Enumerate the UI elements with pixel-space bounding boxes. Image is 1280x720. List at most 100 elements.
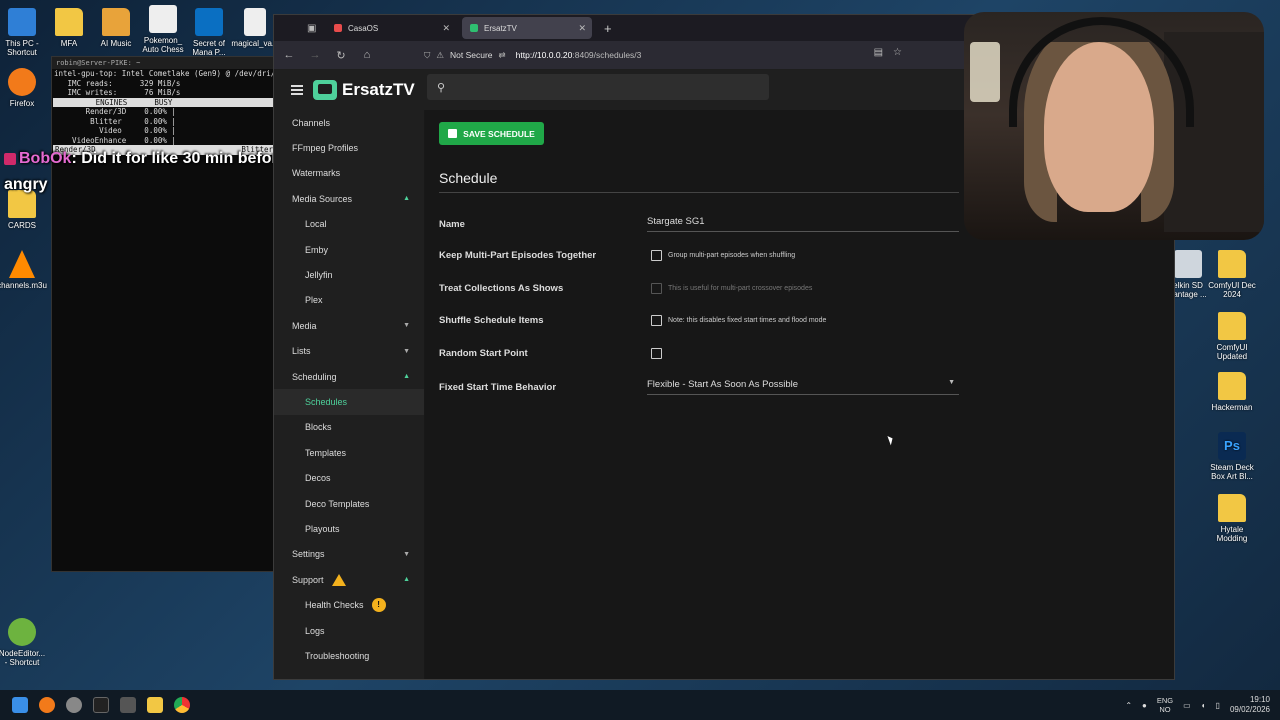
sidebar-item-watermarks[interactable]: Watermarks — [274, 161, 424, 186]
form-row-name: Name Stargate SG1 — [439, 216, 959, 232]
bookmark-star-icon[interactable]: ☆ — [893, 47, 902, 58]
terminal-line: Render/3D 0.00% | — [54, 107, 176, 116]
folder-icon — [55, 8, 83, 36]
sidebar-item-scheduling[interactable]: Scheduling ▲ — [274, 364, 424, 389]
sidebar-item-emby[interactable]: Emby — [274, 237, 424, 262]
reader-view-icon[interactable]: ▤ — [874, 47, 883, 58]
sidebar-item-lists[interactable]: Lists ▼ — [274, 339, 424, 364]
sidebar-item-templates[interactable]: Templates — [274, 440, 424, 465]
mouse-cursor-icon — [887, 434, 895, 446]
desktop-icon-secret-of-mana[interactable]: Secret of Mana P... — [184, 8, 234, 57]
sidebar-item-media[interactable]: Media ▼ — [274, 313, 424, 338]
desktop-icon-comfyui-dec[interactable]: ComfyUI Dec 2024 — [1207, 250, 1257, 299]
close-icon[interactable]: ✕ — [578, 23, 586, 34]
multipart-checkbox[interactable] — [651, 250, 662, 261]
save-disk-icon — [448, 129, 458, 138]
sidebar-item-local[interactable]: Local — [274, 212, 424, 237]
chevron-up-icon: ▲ — [403, 195, 410, 203]
app-taskbar-icon[interactable] — [120, 697, 136, 713]
desktop-icon-comfyui-updated[interactable]: ComfyUI Updated — [1207, 312, 1257, 361]
collections-checkbox[interactable] — [651, 283, 662, 294]
form-row-shuffle: Shuffle Schedule Items Note: this disabl… — [439, 315, 827, 326]
sidebar-item-plex[interactable]: Plex — [274, 288, 424, 313]
terminal-line: Video 0.00% | — [54, 126, 176, 135]
sidebar-item-playouts[interactable]: Playouts — [274, 516, 424, 541]
sidebar-item-ffmpeg-profiles[interactable]: FFmpeg Profiles — [274, 135, 424, 160]
search-input[interactable] — [453, 81, 754, 93]
pc-icon — [8, 8, 36, 36]
sidebar-item-health-checks[interactable]: Health Checks! — [274, 592, 424, 617]
search-box[interactable]: ⚲ — [427, 74, 769, 100]
folder-icon — [1218, 494, 1246, 522]
firefox-icon — [8, 68, 36, 96]
terminal-line: Blitter 0.00% | — [54, 116, 176, 126]
ersatztv-favicon-icon — [470, 24, 478, 32]
alert-badge-icon: ! — [371, 598, 386, 613]
sidebar-item-channels[interactable]: Channels — [274, 110, 424, 135]
network-icon[interactable]: ▭ — [1183, 701, 1191, 710]
battery-icon[interactable]: ▯ — [1216, 701, 1220, 710]
tab-list-icon[interactable]: ▣ — [307, 23, 316, 34]
game-icon — [149, 5, 177, 33]
desktop-icon-steam-deck[interactable]: Ps Steam Deck Box Art Bl... — [1207, 432, 1257, 481]
form-row-multipart: Keep Multi-Part Episodes Together Group … — [439, 250, 796, 261]
app-logo[interactable]: ErsatzTV — [313, 80, 415, 100]
app-icon — [195, 8, 223, 36]
sidebar-item-media-sources[interactable]: Media Sources ▲ — [274, 186, 424, 211]
sidebar-item-blocks[interactable]: Blocks — [274, 415, 424, 440]
terminal-taskbar-icon[interactable] — [93, 697, 109, 713]
terminal-window[interactable]: robin@Server-PIKE: ~ intel-gpu-top: Inte… — [51, 56, 280, 572]
url-actions: ▤ ☆ — [874, 47, 902, 58]
close-icon[interactable]: ✕ — [442, 23, 450, 34]
save-schedule-button[interactable]: SAVE SCHEDULE — [439, 122, 544, 145]
desktop-icon-hackerman[interactable]: Hackerman — [1207, 372, 1257, 412]
forward-icon[interactable]: → — [308, 49, 322, 61]
chevron-down-icon: ▼ — [403, 322, 410, 330]
desktop-icon-firefox[interactable]: Firefox — [0, 68, 47, 108]
chrome-taskbar-icon[interactable] — [174, 697, 190, 713]
clock[interactable]: 19:10 09/02/2026 — [1230, 695, 1270, 715]
sidebar-item-troubleshooting[interactable]: Troubleshooting — [274, 643, 424, 668]
system-tray: ⌃ ● ENG NO ▭ ◖ ▯ 19:10 09/02/2026 — [1125, 690, 1270, 720]
shuffle-checkbox[interactable] — [651, 315, 662, 326]
language-indicator[interactable]: ENG NO — [1157, 696, 1173, 714]
desktop-icon-pokemon[interactable]: Pokemon_ Auto Chess — [138, 5, 188, 54]
sidebar-item-deco-templates[interactable]: Deco Templates — [274, 491, 424, 516]
desktop-icon-ai-music[interactable]: AI Music — [91, 8, 141, 48]
tray-overflow-icon[interactable]: ⌃ — [1125, 701, 1132, 710]
desktop-icon-this-pc[interactable]: This PC - Shortcut — [0, 8, 47, 57]
name-field[interactable]: Stargate SG1 — [647, 216, 959, 232]
sidebar-item-jellyfin[interactable]: Jellyfin — [274, 262, 424, 287]
fixed-start-select[interactable]: Flexible - Start As Soon As Possible ▼ — [647, 379, 959, 395]
chat-username: BobOk — [19, 150, 72, 167]
chevron-up-icon: ▲ — [403, 373, 410, 381]
start-icon[interactable] — [12, 697, 28, 713]
sidebar-item-settings[interactable]: Settings ▼ — [274, 542, 424, 567]
reload-icon[interactable]: ↻ — [334, 49, 348, 62]
tv-logo-icon — [313, 80, 337, 100]
desktop-icon-node-editor[interactable]: NodeEditor... - Shortcut — [0, 618, 47, 667]
sidebar-item-logs[interactable]: Logs — [274, 618, 424, 643]
sidebar-item-schedules[interactable]: Schedules — [274, 389, 424, 415]
sidebar-item-support[interactable]: Support ▲ — [274, 567, 424, 592]
menu-icon[interactable] — [291, 85, 303, 95]
firefox-taskbar-icon[interactable] — [39, 697, 55, 713]
desktop-icon-hytale[interactable]: Hytale Modding — [1207, 494, 1257, 543]
explorer-taskbar-icon[interactable] — [147, 697, 163, 713]
back-icon[interactable]: ← — [282, 49, 296, 61]
volume-icon[interactable]: ◖ — [1201, 701, 1206, 710]
mic-icon[interactable]: ● — [1142, 701, 1147, 710]
tab-casaos[interactable]: CasaOS ✕ — [326, 17, 456, 39]
random-start-checkbox[interactable] — [651, 348, 662, 359]
taskbar: ⌃ ● ENG NO ▭ ◖ ▯ 19:10 09/02/2026 — [0, 690, 1280, 720]
tab-ersatztv[interactable]: ErsatzTV ✕ — [462, 17, 592, 39]
desktop-icon-mfa[interactable]: MFA — [44, 8, 94, 48]
app-icon — [1174, 250, 1202, 278]
settings-taskbar-icon[interactable] — [66, 697, 82, 713]
new-tab-icon[interactable]: + — [604, 21, 612, 36]
desktop-icon-channels[interactable]: channels.m3u — [0, 250, 47, 290]
sidebar-item-decos[interactable]: Decos — [274, 465, 424, 490]
home-icon[interactable]: ⌂ — [360, 49, 374, 61]
permissions-icon[interactable]: ⇄ — [499, 50, 506, 61]
search-icon: ⚲ — [437, 81, 446, 94]
